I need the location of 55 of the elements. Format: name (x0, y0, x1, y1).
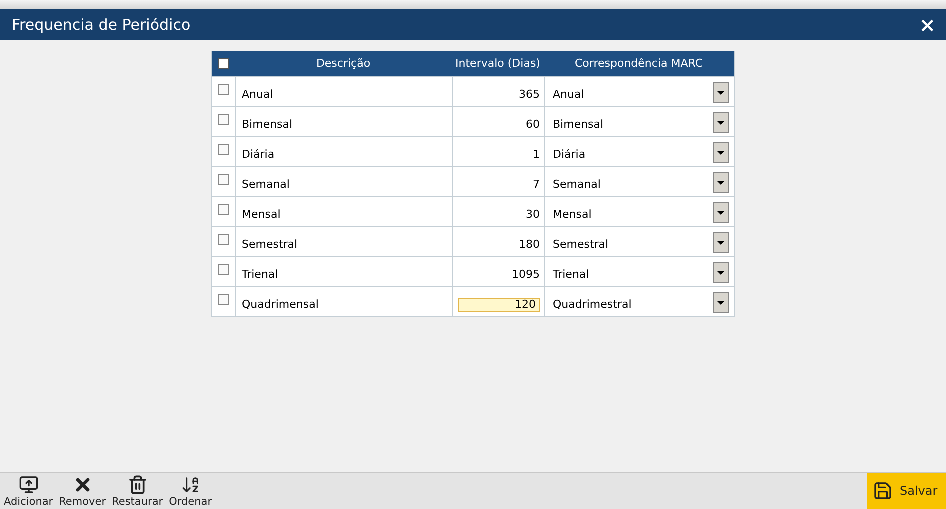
column-header[interactable]: Correspondência MARC (574, 57, 704, 70)
table-cell-text: Diária (553, 147, 586, 161)
table-cell-text: Quadrimestral (553, 297, 632, 311)
table-cell-text: 7 (533, 177, 540, 191)
close-button[interactable]: × (919, 14, 936, 34)
checkbox[interactable] (218, 144, 228, 155)
checkbox[interactable] (218, 204, 228, 215)
dropdown-button[interactable] (713, 82, 729, 103)
sort-icon (180, 475, 201, 495)
table-cell-text: Quadrimensal (242, 297, 319, 311)
dropdown-button[interactable] (713, 112, 729, 133)
save-icon (873, 481, 893, 501)
table-cell-text: 1095 (512, 267, 540, 281)
table-cell-text: 60 (526, 117, 540, 131)
save-button[interactable]: Salvar (867, 473, 946, 509)
table-cell-text: Bimensal (553, 117, 604, 131)
window-title: Frequencia de Periódico (12, 16, 191, 34)
table-cell-text: Semanal (242, 177, 290, 191)
input-field[interactable]: 120 (458, 298, 540, 312)
dropdown-button[interactable] (713, 292, 729, 313)
table-cell-text: 1 (533, 147, 540, 161)
checkbox[interactable] (218, 84, 228, 95)
column-header[interactable]: Descrição (316, 57, 371, 70)
table-cell-text: Semestral (242, 237, 298, 251)
add-icon (18, 475, 39, 495)
table-cell-text: Trienal (553, 267, 590, 281)
dropdown-button[interactable] (713, 202, 729, 223)
toolbar-button[interactable]: Adicionar (3, 473, 54, 509)
table-cell-text: Semestral (553, 237, 609, 251)
checkbox[interactable] (218, 234, 228, 245)
dropdown-button[interactable] (713, 142, 729, 163)
table-cell-text: Diária (242, 147, 275, 161)
table-cell-text: Anual (553, 87, 584, 101)
dropdown-button[interactable] (713, 172, 729, 193)
table-cell-text: Anual (242, 87, 274, 101)
checkbox[interactable] (218, 294, 228, 305)
trash-icon (128, 475, 148, 495)
checkbox[interactable] (218, 114, 228, 125)
checkbox[interactable] (218, 58, 229, 69)
table-cell-text: Trienal (242, 267, 278, 281)
column-header[interactable]: Intervalo (Dias) (456, 57, 540, 70)
table-cell-text: 365 (519, 87, 540, 101)
table-cell-text: Mensal (242, 207, 281, 221)
dropdown-button[interactable] (713, 262, 729, 283)
toolbar-button[interactable]: Remover (58, 473, 108, 509)
table-cell-text: Mensal (553, 207, 592, 221)
checkbox[interactable] (218, 174, 228, 185)
table-cell-text: Bimensal (242, 117, 293, 131)
toolbar-button[interactable]: Ordenar (168, 473, 214, 509)
dropdown-button[interactable] (713, 232, 729, 253)
toolbar-button[interactable]: Restaurar (111, 473, 164, 509)
table-cell-text: 30 (526, 207, 540, 221)
table-cell-text: 180 (519, 237, 540, 251)
table-cell-text: Semanal (553, 177, 601, 191)
checkbox[interactable] (218, 264, 228, 275)
